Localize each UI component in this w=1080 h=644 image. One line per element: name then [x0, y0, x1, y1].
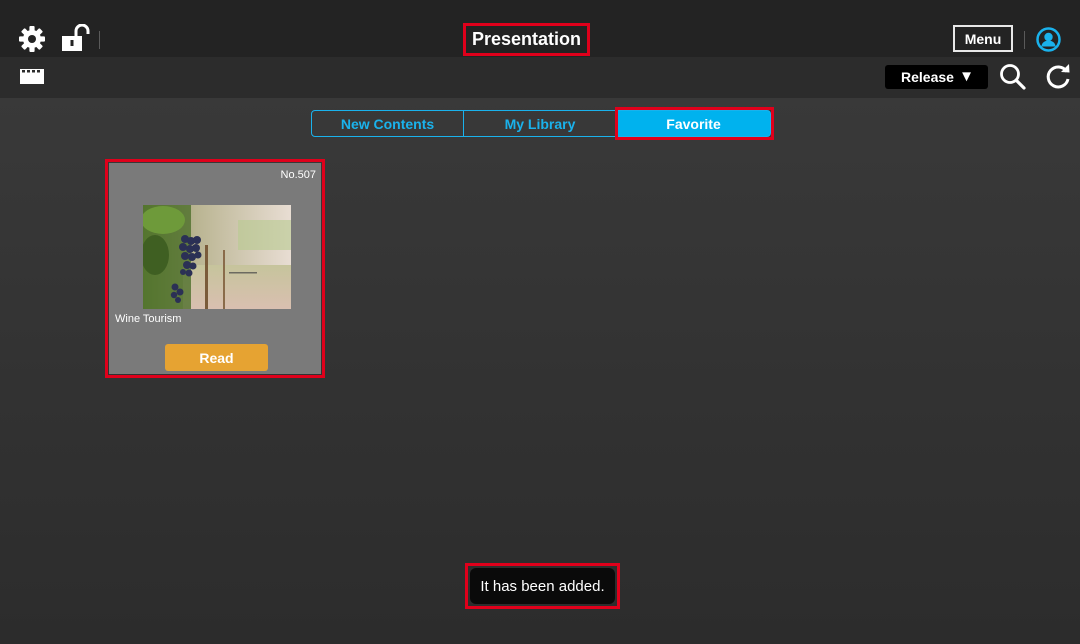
page-title-text: Presentation — [471, 29, 582, 49]
toast-text: It has been added. — [480, 577, 605, 595]
release-label: Release — [901, 69, 954, 85]
tab-new-contents[interactable]: New Contents — [311, 110, 464, 137]
release-dropdown[interactable]: Release ▼ — [885, 65, 988, 89]
page-title: Presentation — [463, 23, 590, 56]
toast-message: It has been added. — [470, 568, 615, 604]
gear-icon[interactable] — [18, 25, 46, 53]
divider — [1024, 31, 1025, 49]
user-icon[interactable] — [1036, 27, 1061, 52]
tab-favorite[interactable]: Favorite — [617, 110, 771, 137]
menu-button[interactable]: Menu — [953, 25, 1013, 52]
vineyard-grapes-image[interactable] — [143, 205, 291, 309]
tab-bar: New Contents My Library Favorite — [311, 110, 771, 137]
content-number: No.507 — [280, 169, 316, 181]
content-card[interactable]: No.507 Wine Tourism Read — [109, 163, 321, 374]
unlock-icon[interactable] — [60, 24, 92, 52]
film-strip-icon[interactable] — [20, 69, 44, 84]
content-title: Wine Tourism — [115, 313, 182, 325]
read-button[interactable]: Read — [165, 344, 268, 371]
search-icon[interactable] — [999, 63, 1026, 90]
tab-my-library[interactable]: My Library — [464, 110, 617, 137]
divider — [99, 31, 100, 49]
refresh-icon[interactable] — [1044, 63, 1072, 91]
chevron-down-icon: ▼ — [959, 68, 974, 85]
